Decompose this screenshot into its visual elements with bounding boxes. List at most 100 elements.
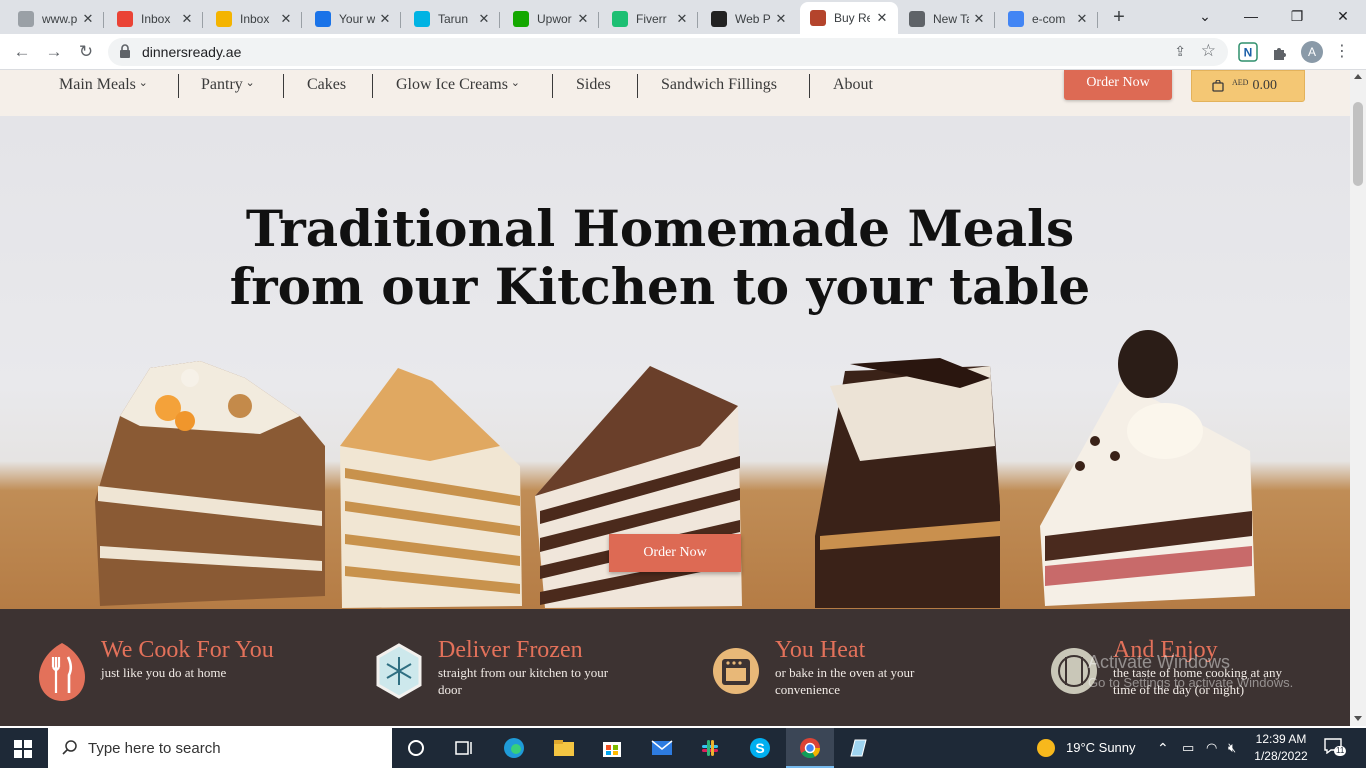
svg-text:S: S [755,740,764,756]
volume-icon[interactable]: 🔇︎ [1228,728,1236,768]
nav-item-label: Cakes [307,76,347,93]
tab-search-icon[interactable]: ⌄ [1190,4,1220,28]
scroll-up-arrow-icon[interactable] [1354,74,1362,79]
task-view-icon[interactable] [452,736,476,760]
browser-tab[interactable]: Buy Re ✕ [800,2,898,34]
feature-desc: straight from our kitchen to your door [438,665,609,697]
fork-knife-icon [39,643,85,701]
scrollbar-thumb[interactable] [1353,102,1363,186]
taskbar-search-placeholder: Type here to search [88,740,221,757]
menu-kebab-icon[interactable]: ⋮ [1334,40,1350,64]
close-tab-icon[interactable]: ✕ [179,11,195,27]
notification-center-icon[interactable]: 11 [1324,738,1347,758]
slack-icon[interactable] [698,736,722,760]
wifi-icon[interactable]: ◠ [1206,728,1217,768]
page-scrollbar[interactable] [1350,70,1366,726]
close-tab-icon[interactable]: ✕ [971,11,987,27]
file-explorer-icon[interactable] [552,736,576,760]
browser-tab[interactable]: Web P ✕ [701,4,797,34]
extensions-puzzle-icon[interactable] [1270,42,1290,62]
browser-tab[interactable]: www.p ✕ [8,4,104,34]
close-tab-icon[interactable]: ✕ [278,11,294,27]
tab-separator [994,12,995,28]
tab-title: Buy Re [834,11,870,25]
url-text: dinnersready.ae [142,44,242,60]
page-viewport: Main Meals ⌄ Pantry ⌄ Cakes Glow Ice Creams… [0,70,1350,726]
browser-toolbar: ← → ↻ dinnersready.ae ⇪ ☆ N A ⋮ [0,34,1366,70]
nav-item-pantry[interactable]: Pantry ⌄ [201,76,255,94]
cart-button[interactable]: AED 0.00 [1191,70,1305,102]
close-tab-icon[interactable]: ✕ [1074,11,1090,27]
notification-count: 11 [1334,746,1347,756]
close-window-button[interactable]: ✕ [1328,4,1358,28]
svg-text:N: N [1244,46,1253,60]
nav-item-cakes[interactable]: Cakes [307,76,346,94]
upwork-icon [513,11,529,27]
close-tab-icon[interactable]: ✕ [476,11,492,27]
store-icon[interactable] [600,736,624,760]
close-tab-icon[interactable]: ✕ [773,11,789,27]
browser-tab[interactable]: New Ta ✕ [899,4,995,34]
mail-icon[interactable] [650,736,674,760]
reload-icon[interactable]: ↻ [74,40,98,64]
watermark-line-1: Activate Windows [1088,652,1231,672]
extension-n-icon[interactable]: N [1238,42,1258,62]
address-bar[interactable]: dinnersready.ae ⇪ ☆ [108,38,1228,66]
browser-tab[interactable]: Inbox ✕ [107,4,203,34]
system-clock[interactable]: 12:39 AM 1/28/2022 [1252,731,1310,765]
close-tab-icon[interactable]: ✕ [575,11,591,27]
order-now-header-button[interactable]: Order Now [1064,70,1172,100]
browser-tab[interactable]: Fiverr ✕ [602,4,698,34]
skype-icon[interactable]: S [748,736,772,760]
battery-icon[interactable]: ▭ [1182,728,1194,768]
nav-item-about[interactable]: About [833,76,873,94]
windows-start-icon[interactable] [14,740,32,758]
nav-separator [372,74,373,98]
chrome-taskbar-active[interactable] [786,728,834,768]
browser-tab[interactable]: Your w ✕ [305,4,401,34]
cart-icon [1212,80,1224,92]
chevron-down-icon: ⌄ [242,77,255,89]
tab-title: Web P [735,12,771,26]
hero-title-line-2: from our Kitchen to your table [229,257,1091,316]
browser-tab[interactable]: Upwor ✕ [503,4,599,34]
browser-tab[interactable]: e-com ✕ [998,4,1098,34]
back-icon[interactable]: ← [10,40,34,64]
browser-tab[interactable]: Inbox ✕ [206,4,302,34]
hero-banner: Traditional Homemade Meals from our Kitc… [0,116,1350,609]
clock-date: 1/28/2022 [1254,749,1308,763]
weather-sun-icon[interactable] [1036,738,1056,758]
bookmark-star-icon[interactable]: ☆ [1201,41,1216,61]
tab-title: www.p [42,12,78,26]
close-tab-icon[interactable]: ✕ [80,11,96,27]
nav-separator [552,74,553,98]
restore-button[interactable]: ❐ [1282,4,1312,28]
cortana-icon[interactable] [404,736,428,760]
nav-item-label: Sandwich Fillings [661,76,778,93]
jira-icon [315,11,331,27]
profile-avatar[interactable]: A [1301,41,1323,63]
nav-item-glow-ice-creams[interactable]: Glow Ice Creams ⌄ [396,76,520,94]
new-tab-button[interactable]: + [1108,6,1130,28]
cart-amount: 0.00 [1252,78,1277,93]
browser-tab[interactable]: Tarun ✕ [404,4,500,34]
notepad-icon[interactable] [846,736,870,760]
nav-item-sides[interactable]: Sides [576,76,611,94]
gmail-icon [117,11,133,27]
close-tab-icon[interactable]: ✕ [377,11,393,27]
order-now-hero-button[interactable]: Order Now [609,534,741,572]
scroll-down-arrow-icon[interactable] [1354,716,1362,721]
minimize-button[interactable]: — [1236,4,1266,28]
tray-overflow-icon[interactable]: ⌃ [1157,728,1169,768]
nav-item-label: Main Meals [59,76,136,93]
close-tab-icon[interactable]: ✕ [874,10,890,26]
nav-separator [178,74,179,98]
weather-text[interactable]: 19°C Sunny [1066,728,1136,768]
nav-item-main-meals[interactable]: Main Meals ⌄ [59,76,148,94]
taskbar-search-box[interactable]: Type here to search [48,728,392,768]
forward-icon[interactable]: → [42,40,66,64]
edge-icon[interactable] [502,736,526,760]
close-tab-icon[interactable]: ✕ [674,11,690,27]
nav-item-sandwich-fillings[interactable]: Sandwich Fillings [661,76,777,94]
share-icon[interactable]: ⇪ [1174,43,1186,60]
